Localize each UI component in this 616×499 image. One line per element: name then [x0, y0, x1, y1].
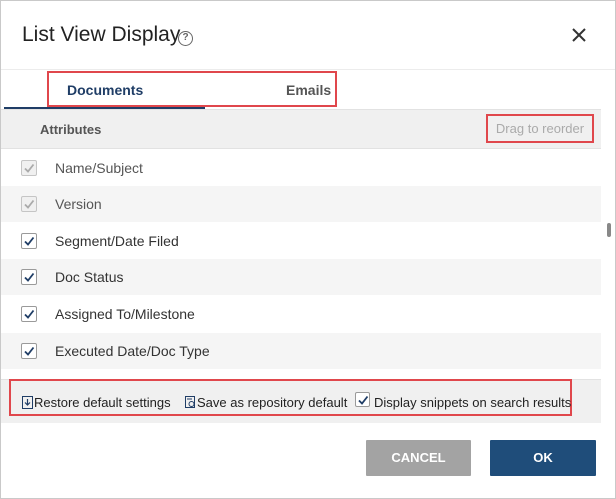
list-item-executed-date-doc-type[interactable]: Executed Date/Doc Type	[1, 333, 601, 369]
list-view-display-dialog: List View Display ? Documents Emails Att…	[0, 0, 616, 499]
tab-emails-label: Emails	[286, 82, 332, 98]
attribute-list: Name/Subject Version Segment/Date Filed …	[1, 150, 601, 372]
drag-to-reorder-hint: Drag to reorder	[486, 114, 594, 143]
restore-defaults-label: Restore default settings	[34, 395, 171, 410]
restore-defaults-link[interactable]: Restore default settings	[22, 395, 171, 410]
save-repository-default-label: Save as repository default	[197, 395, 348, 410]
checkbox-assigned-to-milestone[interactable]	[21, 306, 37, 322]
checkbox-doc-status[interactable]	[21, 269, 37, 285]
list-item-label: Version	[55, 196, 102, 212]
list-item-label: Name/Subject	[55, 160, 143, 176]
tab-documents[interactable]: Documents	[1, 70, 205, 110]
list-item-doc-status[interactable]: Doc Status	[1, 259, 601, 295]
checkbox-segment-date-filed[interactable]	[21, 233, 37, 249]
save-repository-default-link[interactable]: Save as repository default	[185, 395, 347, 410]
list-item-version[interactable]: Version	[1, 186, 601, 222]
checkbox-version	[21, 196, 37, 212]
tab-bar: Documents Emails	[1, 69, 615, 110]
display-snippets-checkbox[interactable]	[355, 392, 370, 407]
display-snippets-label[interactable]: Display snippets on search results	[374, 395, 571, 410]
tab-documents-label: Documents	[67, 82, 144, 98]
list-item-label: Segment/Date Filed	[55, 233, 179, 249]
list-item-label: Executed Date/Doc Type	[55, 343, 210, 359]
cancel-button[interactable]: CANCEL	[366, 440, 471, 476]
dialog-header: List View Display ?	[1, 1, 615, 69]
checkbox-executed-date-doc-type[interactable]	[21, 343, 37, 359]
tab-emails[interactable]: Emails	[205, 70, 337, 110]
save-icon	[185, 396, 196, 409]
list-item-label: Doc Status	[55, 269, 124, 285]
checkbox-name-subject	[21, 160, 37, 176]
scrollbar-thumb[interactable]	[607, 223, 611, 237]
close-icon[interactable]	[569, 25, 589, 45]
ok-button[interactable]: OK	[490, 440, 596, 476]
dialog-title: List View Display	[22, 23, 181, 46]
list-item-label: Assigned To/Milestone	[55, 306, 195, 322]
restore-icon	[22, 396, 33, 409]
list-scrollbar[interactable]	[604, 150, 614, 372]
list-item-name-subject[interactable]: Name/Subject	[1, 150, 601, 186]
list-item-assigned-to-milestone[interactable]: Assigned To/Milestone	[1, 296, 601, 332]
list-item-segment-date-filed[interactable]: Segment/Date Filed	[1, 223, 601, 259]
attributes-header: Attributes Drag to reorder	[1, 109, 601, 149]
attributes-title: Attributes	[40, 122, 102, 137]
help-icon[interactable]: ?	[178, 31, 193, 46]
